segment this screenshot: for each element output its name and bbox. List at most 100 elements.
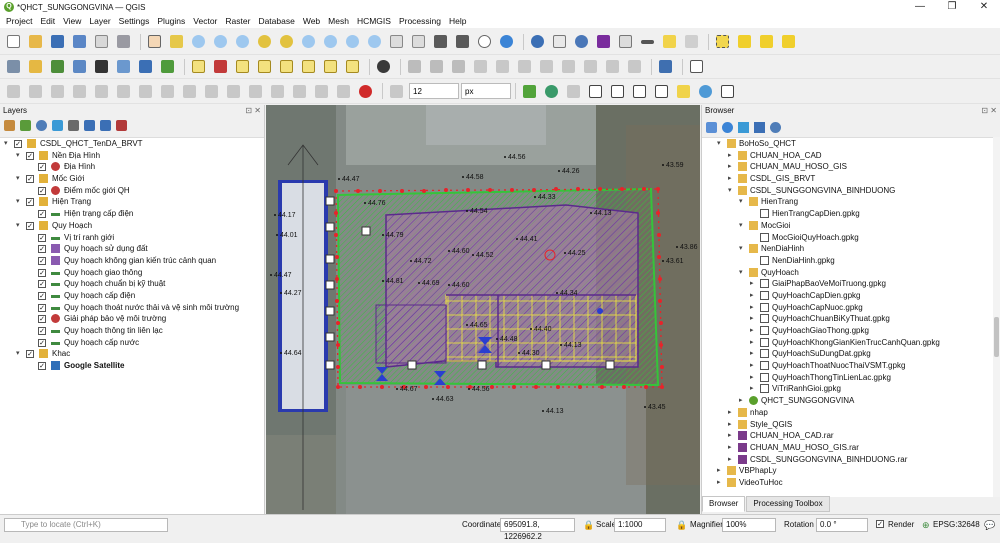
zoom-selection-icon[interactable] (277, 33, 295, 51)
zoom-in-icon[interactable] (189, 33, 207, 51)
layer-visibility-checkbox[interactable]: ✓ (38, 338, 46, 347)
layer-visibility-checkbox[interactable]: ✓ (26, 151, 34, 160)
new-layer-icon[interactable] (26, 58, 44, 76)
map-tips-icon[interactable] (660, 33, 678, 51)
browser-row[interactable]: ▸ QuyHoachGiaoThong.gpkg (702, 325, 994, 337)
zoom-last-icon[interactable] (343, 33, 361, 51)
layer-row[interactable]: ▾ ✓ Hiện Trạng (0, 196, 264, 208)
refresh-icon[interactable] (497, 33, 515, 51)
add-raster-icon[interactable] (70, 58, 88, 76)
browser-row[interactable]: ▸ QuyHoachChuanBiKyThuat.gpkg (702, 313, 994, 325)
browser-row[interactable]: ▸ CHUAN_MAU_HOSO_GIS.rar (702, 442, 994, 454)
digitize-pencil-icon[interactable] (405, 58, 423, 76)
expand-arrow-icon[interactable]: ▸ (750, 337, 758, 349)
font-unit-select[interactable] (461, 83, 511, 99)
expand-arrow-icon[interactable]: ▸ (728, 173, 736, 185)
layer-row[interactable]: ✓ Quy hoạch sử dụng đất (0, 243, 264, 255)
close-button[interactable]: ✕ (968, 0, 1000, 14)
add-virtual-layer-icon[interactable] (158, 58, 176, 76)
browser-row[interactable]: NenDiaHinh.gpkg (702, 255, 994, 267)
expand-arrow-icon[interactable]: ▾ (16, 220, 24, 232)
layer-visibility-checkbox[interactable]: ✓ (14, 140, 22, 148)
zoom-next-icon[interactable] (365, 33, 383, 51)
move-feature-icon[interactable] (26, 82, 44, 100)
scale-feature-icon[interactable] (70, 82, 88, 100)
browser-row[interactable]: ▸ nhap (702, 407, 994, 419)
expand-arrow-icon[interactable]: ▾ (739, 196, 747, 208)
fill-ring-icon[interactable] (158, 82, 176, 100)
paste-features-icon[interactable] (581, 58, 599, 76)
expand-arrow-icon[interactable]: ▾ (739, 243, 747, 255)
layer-visibility-checkbox[interactable]: ✓ (38, 291, 46, 300)
menu-raster[interactable]: Raster (221, 16, 254, 26)
help-icon[interactable] (687, 58, 705, 76)
minimize-button[interactable]: — (904, 0, 936, 14)
select-location-icon[interactable] (779, 33, 797, 51)
browser-row[interactable]: ▸ QuyHoachThoatNuocThaiVSMT.gpkg (702, 360, 994, 372)
browser-row[interactable]: ▸ QHCT_SUNGGONGVINA (702, 395, 994, 407)
browser-row[interactable]: ▸ QuyHoachSuDungDat.gpkg (702, 348, 994, 360)
tab-browser[interactable]: Browser (702, 496, 746, 512)
vertex-tool-icon[interactable] (493, 58, 511, 76)
layer-row[interactable]: ✓ Quy hoạch giao thông (0, 267, 264, 279)
autotrace-icon[interactable] (564, 82, 582, 100)
layer-row[interactable]: ✓ Google Satellite (0, 360, 264, 372)
menu-web[interactable]: Web (299, 16, 324, 26)
show-bookmarks-icon[interactable] (453, 33, 471, 51)
data-source-manager-icon[interactable] (4, 58, 22, 76)
coordinate-field[interactable]: 695091.8, 1226962.2 (500, 518, 575, 541)
layer-visibility-checkbox[interactable]: ✓ (38, 280, 46, 289)
browser-row[interactable]: ▸ CSDL_SUNGGONGVINA_BINHDUONG.rar (702, 454, 994, 466)
layer-row[interactable]: ✓ Hiện trạng cấp điện (0, 208, 264, 220)
draw-polygon-icon[interactable] (630, 82, 648, 100)
label-move-icon[interactable] (277, 58, 295, 76)
menu-help[interactable]: Help (445, 16, 470, 26)
plugin-globe-icon[interactable] (374, 58, 392, 76)
locator-search-input[interactable]: Type to locate (Ctrl+K) (4, 518, 168, 532)
attribute-table-icon[interactable] (550, 33, 568, 51)
identify-icon[interactable] (528, 33, 546, 51)
expand-arrow-icon[interactable]: ▾ (739, 267, 747, 279)
draw-line-icon[interactable] (586, 82, 604, 100)
collapse-browser-icon[interactable] (754, 121, 765, 133)
layer-row[interactable]: ✓ Quy hoạch thông tin liên lạc (0, 325, 264, 337)
browser-row[interactable]: ▾ NenDiaHinh (702, 243, 994, 255)
measure-icon[interactable] (638, 33, 656, 51)
browser-row[interactable]: ▸ CSDL_GIS_BRVT (702, 173, 994, 185)
cut-features-icon[interactable] (537, 58, 555, 76)
add-feature-icon[interactable] (471, 58, 489, 76)
statistics-icon[interactable] (594, 33, 612, 51)
render-checkbox[interactable]: ✓ (876, 520, 884, 528)
layer-visibility-checkbox[interactable]: ✓ (38, 268, 46, 277)
georeference-icon[interactable] (542, 82, 560, 100)
layer-visibility-checkbox[interactable]: ✓ (38, 233, 46, 242)
layer-visibility-checkbox[interactable]: ✓ (38, 210, 46, 219)
remove-layer-icon[interactable] (116, 119, 127, 131)
layer-row[interactable]: ▾ ✓ Nền Địa Hình (0, 150, 264, 162)
layer-row[interactable]: ✓ Quy hoạch chuẩn bị kỹ thuật (0, 278, 264, 290)
expand-arrow-icon[interactable]: ▸ (728, 419, 736, 431)
filter-expression-icon[interactable] (68, 119, 79, 131)
layer-visibility-checkbox[interactable]: ✓ (38, 256, 46, 265)
menu-settings[interactable]: Settings (115, 16, 154, 26)
open-project-icon[interactable] (26, 33, 44, 51)
browser-row[interactable]: ▾ MocGioi (702, 220, 994, 232)
collapse-all-icon[interactable] (100, 119, 111, 131)
reshape-icon[interactable] (224, 82, 242, 100)
delete-ring-icon[interactable] (180, 82, 198, 100)
browser-scroll-thumb[interactable] (994, 317, 999, 357)
zoom-layer-icon[interactable] (299, 33, 317, 51)
copy-features-icon[interactable] (559, 58, 577, 76)
menu-processing[interactable]: Processing (395, 16, 445, 26)
menu-plugins[interactable]: Plugins (153, 16, 189, 26)
browser-row[interactable]: ▸ Style_QGIS (702, 419, 994, 431)
undo-icon[interactable] (603, 58, 621, 76)
browser-row[interactable]: ▸ VideoTuHoc (702, 477, 994, 489)
annotation-icon[interactable] (682, 33, 700, 51)
browser-row[interactable]: ▸ CHUAN_HOA_CAD.rar (702, 430, 994, 442)
zoom-native-icon[interactable] (321, 33, 339, 51)
layer-visibility-checkbox[interactable]: ✓ (38, 315, 46, 324)
add-selected-icon[interactable] (706, 121, 717, 133)
layer-visibility-checkbox[interactable]: ✓ (38, 245, 46, 254)
expand-arrow-icon[interactable]: ▸ (728, 442, 736, 454)
